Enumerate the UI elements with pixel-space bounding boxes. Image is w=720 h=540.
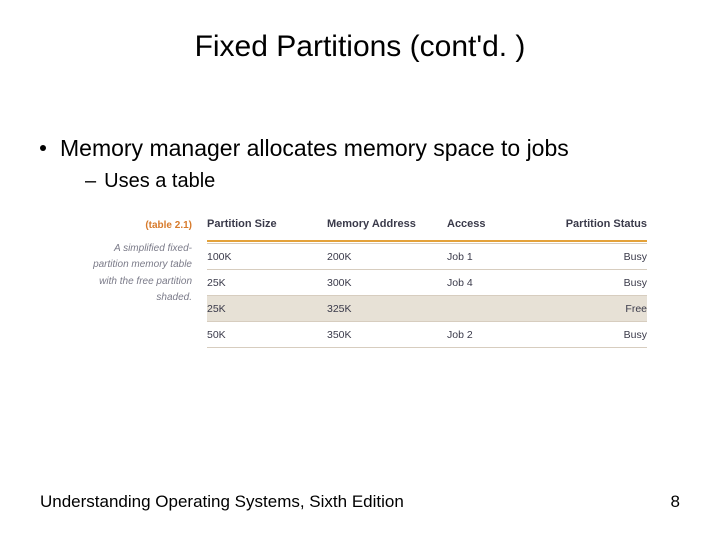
footer-text: Understanding Operating Systems, Sixth E…	[40, 492, 404, 512]
bullet-level-1: Memory manager allocates memory space to…	[40, 135, 569, 162]
cell-status: Busy	[547, 277, 647, 289]
table-label: (table 2.1)	[92, 218, 192, 235]
cell-addr: 325K	[327, 303, 447, 315]
cell-addr: 200K	[327, 251, 447, 263]
cell-size: 25K	[207, 277, 327, 289]
col-header-addr: Memory Address	[327, 218, 447, 230]
table-row-free: 25K 325K Free	[207, 296, 647, 322]
cell-access: Job 2	[447, 329, 547, 341]
cell-status: Busy	[547, 329, 647, 341]
cell-addr: 300K	[327, 277, 447, 289]
cell-access: Job 1	[447, 251, 547, 263]
col-header-size: Partition Size	[207, 218, 327, 230]
cell-size: 50K	[207, 329, 327, 341]
bullet-sub-text: Uses a table	[104, 170, 215, 192]
cell-size: 25K	[207, 303, 327, 315]
bullet-text: Memory manager allocates memory space to…	[60, 135, 569, 161]
cell-addr: 350K	[327, 329, 447, 341]
cell-access	[447, 303, 547, 315]
caption-line: with the free partition	[99, 276, 192, 287]
table-row: 100K 200K Job 1 Busy	[207, 244, 647, 270]
slide-title: Fixed Partitions (cont'd. )	[0, 30, 720, 64]
bullet-dash-icon: –	[85, 170, 96, 192]
cell-status: Free	[547, 303, 647, 315]
bullet-dot-icon	[40, 145, 46, 151]
page-number: 8	[671, 492, 680, 512]
table-row: 50K 350K Job 2 Busy	[207, 322, 647, 348]
slide: Fixed Partitions (cont'd. ) Memory manag…	[0, 0, 720, 540]
header-rule-icon	[207, 240, 647, 242]
caption-line: A simplified fixed-	[114, 243, 192, 254]
caption-line: partition memory table	[93, 259, 192, 270]
col-header-status: Partition Status	[547, 218, 647, 230]
cell-access: Job 4	[447, 277, 547, 289]
cell-status: Busy	[547, 251, 647, 263]
partition-table: Partition Size Memory Address Access Par…	[207, 218, 647, 348]
bullet-level-2: –Uses a table	[85, 170, 215, 193]
cell-size: 100K	[207, 251, 327, 263]
table-header-row: Partition Size Memory Address Access Par…	[207, 218, 647, 240]
col-header-access: Access	[447, 218, 547, 230]
caption-line: shaded.	[156, 292, 192, 303]
table-row: 25K 300K Job 4 Busy	[207, 270, 647, 296]
table-caption: (table 2.1) A simplified fixed- partitio…	[92, 218, 192, 307]
